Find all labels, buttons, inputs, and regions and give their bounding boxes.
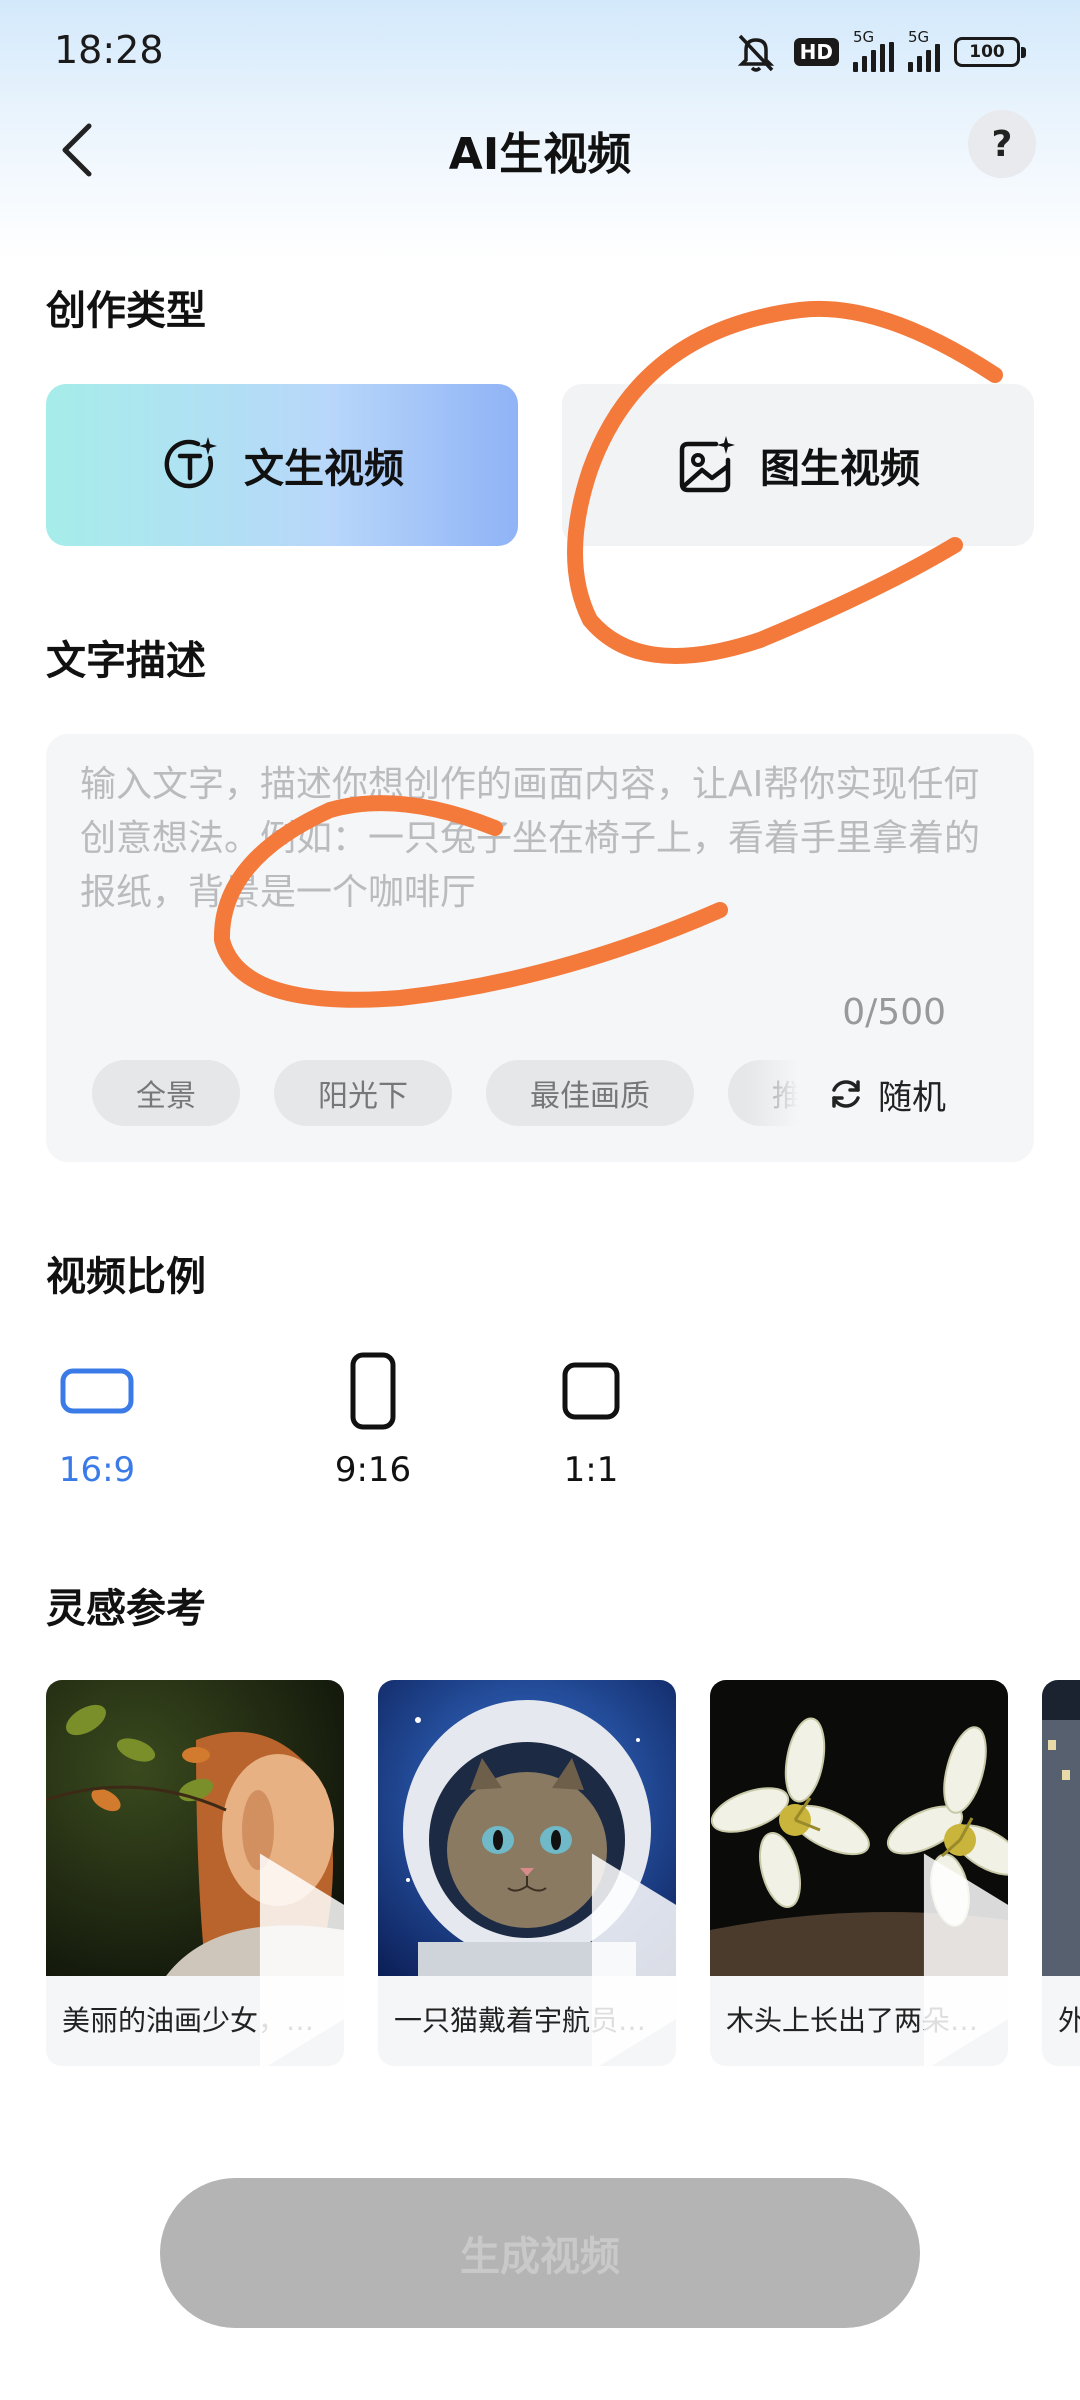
prompt-input[interactable]: 输入文字，描述你想创作的画面内容，让AI帮你实现任何创意想法。例如：一只兔子坐在… [46, 734, 1034, 1162]
status-bar: 18:28 HD 5G 5G 100 [0, 0, 1080, 100]
ratio-option-16-9[interactable]: 16:9 [46, 1352, 148, 1490]
hd-badge: HD [793, 38, 839, 66]
play-icon [259, 1853, 344, 2066]
square-ratio-icon [562, 1362, 620, 1420]
inspiration-card[interactable]: 外 [1042, 1680, 1080, 2066]
random-label: 随机 [878, 1077, 946, 1118]
signal-icon: 5G [853, 28, 894, 72]
page-title: AI生视频 [448, 129, 632, 180]
signal-icon: 5G [908, 28, 940, 72]
inspiration-card[interactable]: 美丽的油画少女，… [46, 1680, 344, 2066]
text-to-video-option[interactable]: 文生视频 [46, 384, 518, 546]
top-bar: AI生视频 ? [0, 100, 1080, 200]
ratio-title: 视频比例 [46, 1254, 206, 1300]
image-sparkle-icon [679, 436, 735, 493]
help-button[interactable]: ? [968, 110, 1036, 178]
portrait-ratio-icon [350, 1352, 396, 1430]
description-title: 文字描述 [46, 638, 206, 684]
ratio-label-9-16: 9:16 [334, 1450, 412, 1490]
char-count: 0/500 [842, 992, 946, 1033]
creation-type-title: 创作类型 [46, 288, 206, 334]
ratio-option-1-1[interactable]: 1:1 [482, 1352, 700, 1490]
landscape-ratio-icon [60, 1368, 134, 1414]
card-thumbnail-girl [46, 1680, 344, 2066]
play-icon [591, 1853, 676, 2066]
ratio-label-16-9: 16:9 [58, 1450, 136, 1490]
prompt-placeholder: 输入文字，描述你想创作的画面内容，让AI帮你实现任何创意想法。例如：一只兔子坐在… [80, 764, 981, 913]
status-time: 18:28 [54, 28, 164, 72]
generate-video-button[interactable]: 生成视频 [160, 2178, 920, 2328]
card-thumbnail-city [1042, 1680, 1080, 1976]
inspiration-card[interactable]: 一只猫戴着宇航员… [378, 1680, 676, 2066]
inspiration-cards: 美丽的油画少女，… 一只猫戴着宇航员… 木头上长出了两朵… [46, 1680, 1080, 2080]
ratio-option-9-16[interactable]: 9:16 [264, 1352, 482, 1490]
text-to-video-label: 文生视频 [244, 446, 404, 492]
chip-sunlight[interactable]: 阳光下 [274, 1060, 452, 1126]
ratio-options: 16:9 9:16 1:1 [46, 1352, 700, 1490]
silent-bell-icon [737, 34, 774, 72]
card-thumbnail-flowers [710, 1680, 1008, 2066]
app-screen: 18:28 HD 5G 5G 100 AI生视频 ? 创作类型 文生视频 图生视… [0, 0, 1080, 2400]
inspiration-title: 灵感参考 [46, 1586, 206, 1632]
image-to-video-label: 图生视频 [760, 446, 920, 492]
play-icon [923, 1853, 1008, 2066]
card-thumbnail-cat [378, 1680, 676, 2066]
status-icons: HD 5G 5G 100 [732, 28, 1026, 74]
inspiration-card[interactable]: 木头上长出了两朵… [710, 1680, 1008, 2066]
chip-panorama[interactable]: 全景 [92, 1060, 240, 1126]
chip-best-quality[interactable]: 最佳画质 [486, 1060, 694, 1126]
text-t-sparkle-icon [164, 437, 217, 489]
card-caption: 外 [1042, 1976, 1080, 2066]
prompt-chips: 全景 阳光下 最佳画质 推 [92, 1060, 814, 1130]
ratio-label-1-1: 1:1 [563, 1450, 619, 1490]
random-button[interactable]: 随机 [828, 1064, 946, 1124]
image-to-video-option[interactable]: 图生视频 [562, 384, 1034, 546]
battery-icon: 100 [954, 37, 1026, 67]
refresh-icon [832, 1080, 860, 1108]
chips-fade [746, 1060, 816, 1130]
